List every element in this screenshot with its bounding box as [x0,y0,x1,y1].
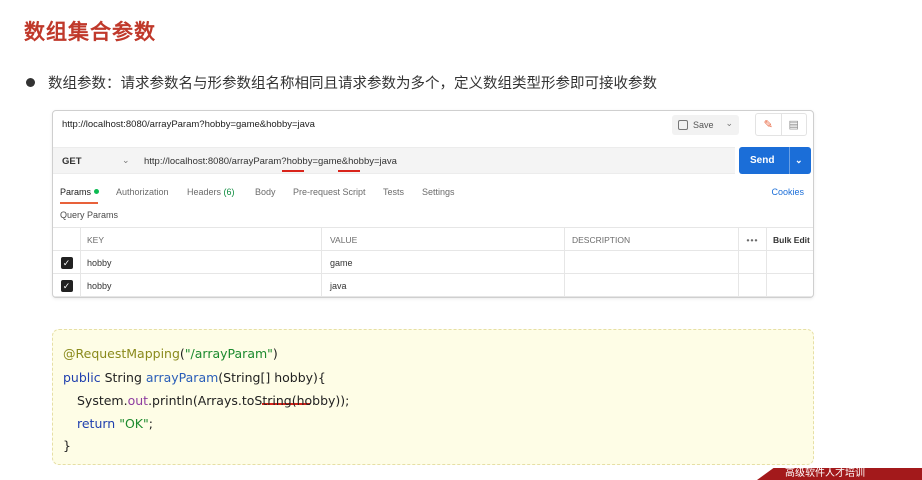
col-key: KEY [81,228,322,251]
params-table: KEY VALUE DESCRIPTION ••• Bulk Edit ✓ ho… [53,227,813,297]
send-chevron-icon[interactable]: ⌄ [795,155,803,166]
url-bar: GET ⌄ http://localhost:8080/arrayParam?h… [53,147,735,174]
bullet-text: 数组参数：请求参数名与形参数组名称相同且请求参数为多个，定义数组类型形参即可接收… [48,76,657,92]
checkbox-checked-icon[interactable]: ✓ [60,256,73,269]
more-options-icon[interactable]: ••• [739,228,767,251]
hobby-underline-1 [282,170,304,172]
code-line-5: } [63,438,71,453]
save-icon [678,120,688,130]
table-header-row: KEY VALUE DESCRIPTION ••• Bulk Edit [53,228,813,251]
param-key-cell[interactable]: hobby [81,274,322,297]
bulk-edit-button[interactable]: Bulk Edit [767,228,813,251]
tab-tests[interactable]: Tests [383,187,404,197]
table-row: ✓ hobby game [53,251,813,274]
param-description-cell[interactable] [565,274,739,297]
tab-headers[interactable]: Headers (6) [187,187,235,197]
edit-icon[interactable]: ✎ [756,114,781,135]
hobby-underline-2 [338,170,360,172]
send-divider [789,147,790,174]
tab-settings[interactable]: Settings [422,187,455,197]
code-line-3: System.out.println(Arrays.toString(hobby… [77,393,350,408]
brand-footer: 高级软件人才培训 [757,468,922,480]
chevron-down-icon[interactable]: ⌄ [725,118,733,129]
bullet-dot-icon [26,78,35,87]
checkbox-checked-icon[interactable]: ✓ [60,279,73,292]
code-line-2: public String arrayParam(String[] hobby)… [63,370,326,385]
param-value-cell[interactable]: java [322,274,565,297]
code-line-4: return "OK"; [77,416,153,431]
param-key-cell[interactable]: hobby [81,251,322,274]
request-tab-title[interactable]: http://localhost:8080/arrayParam?hobby=g… [62,119,315,130]
tab-params[interactable]: Params [60,187,100,197]
active-tab-underline [60,202,98,204]
slide-title: 数组集合参数 [24,20,156,44]
bullet-point: 数组参数：请求参数名与形参数组名称相同且请求参数为多个，定义数组类型形参即可接收… [26,72,657,93]
send-button[interactable]: Send ⌄ [739,147,811,174]
tab-pre-request-script[interactable]: Pre-request Script [293,187,366,197]
cookies-link[interactable]: Cookies [771,187,804,197]
code-line-1: @RequestMapping("/arrayParam") [63,346,278,361]
col-value: VALUE [322,228,565,251]
table-row: ✓ hobby java [53,274,813,297]
right-toolbar: ✎ ▤ [755,113,807,136]
save-label: Save [693,120,714,130]
postman-request-panel: http://localhost:8080/arrayParam?hobby=g… [52,110,814,298]
param-value-cell[interactable]: game [322,251,565,274]
request-tabs: Params Authorization Headers (6) Body Pr… [60,185,808,205]
param-description-cell[interactable] [565,251,739,274]
col-description: DESCRIPTION [565,228,739,251]
send-label: Send [750,155,775,166]
save-button[interactable]: Save ⌄ [672,115,739,135]
method-chevron-icon[interactable]: ⌄ [122,155,130,166]
comment-icon[interactable]: ▤ [780,114,807,135]
method-select[interactable]: GET [62,156,82,167]
tab-authorization[interactable]: Authorization [116,187,169,197]
request-tab-header: http://localhost:8080/arrayParam?hobby=g… [53,111,813,139]
code-block: @RequestMapping("/arrayParam") public St… [52,329,814,465]
active-dot-icon [94,189,100,194]
request-url-input[interactable]: http://localhost:8080/arrayParam?hobby=g… [144,156,397,167]
query-params-label: Query Params [60,210,119,220]
tab-body[interactable]: Body [255,187,276,197]
